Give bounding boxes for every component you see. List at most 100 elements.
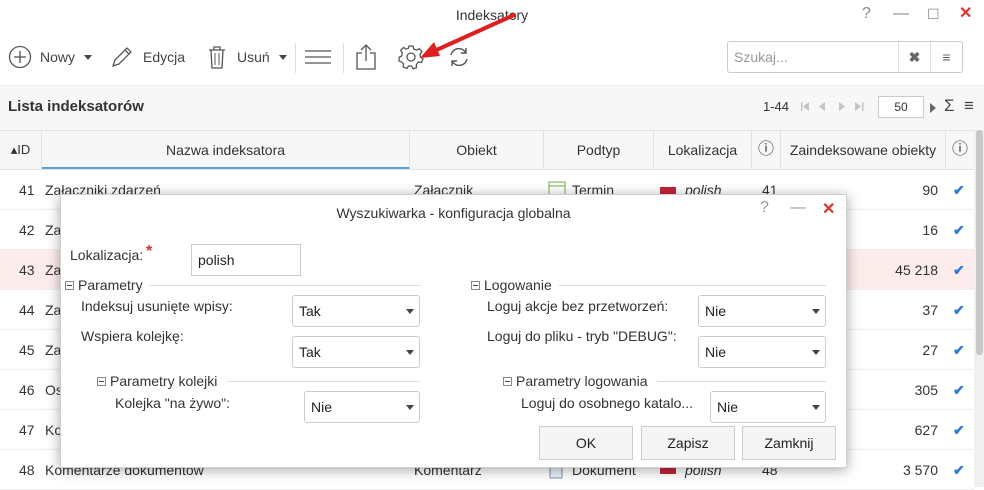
dialog-help-icon[interactable]: ?: [760, 199, 769, 217]
index-deleted-label: Indeksuj usunięte wpisy:: [81, 298, 233, 314]
dialog-minimize-icon[interactable]: —: [790, 199, 806, 217]
log-dir-label: Loguj do osobnego katalo...: [521, 395, 694, 411]
log-dir-select[interactable]: Nie: [710, 391, 826, 423]
row-id: 47: [19, 422, 35, 438]
live-queue-select[interactable]: Nie: [304, 391, 420, 423]
column-header-subtype[interactable]: Podtyp: [544, 131, 654, 169]
row-name: Za: [45, 342, 62, 358]
collapse-icon: [471, 280, 480, 290]
row-id: 43: [19, 262, 35, 278]
group-divider: [227, 381, 420, 382]
search-menu-icon[interactable]: ≡: [930, 42, 962, 72]
toolbar-divider: [295, 43, 296, 73]
log-params-group-header[interactable]: Parametry logowania: [503, 373, 648, 389]
check-icon: ✔: [953, 222, 965, 238]
supports-queue-label: Wspiera kolejkę:: [81, 328, 184, 344]
chevron-down-icon: [812, 350, 820, 355]
log-actions-select[interactable]: Nie: [698, 295, 826, 327]
log-actions-label: Loguj akcje bez przetworzeń:: [487, 298, 669, 314]
row-id: 44: [19, 302, 35, 318]
red-arrow-annotation: [420, 13, 516, 58]
row-id: 41: [19, 182, 35, 198]
check-icon: ✔: [953, 382, 965, 398]
dropdown-arrow-icon: [278, 55, 287, 60]
localization-input[interactable]: polish: [191, 244, 301, 276]
export-button[interactable]: [354, 41, 378, 73]
save-button[interactable]: Zapisz: [641, 426, 735, 460]
params-group-header[interactable]: Parametry: [65, 277, 143, 293]
info-icon[interactable]: ⓘ: [752, 131, 781, 169]
collapse-icon: [503, 376, 512, 386]
log-file-select[interactable]: Nie: [698, 336, 826, 368]
row-id: 48: [19, 462, 35, 478]
queue-params-group-header[interactable]: Parametry kolejki: [97, 373, 217, 389]
group-divider: [559, 285, 826, 286]
columns-menu-button[interactable]: [303, 41, 333, 73]
list-menu-icon[interactable]: ≡: [964, 96, 974, 116]
log-params-group-title: Parametry logowania: [516, 373, 648, 389]
dialog-close-icon[interactable]: ✕: [822, 199, 835, 219]
trash-icon: [209, 46, 225, 69]
row-count: 3 570: [902, 462, 938, 478]
collapse-icon: [65, 280, 74, 290]
log-file-label: Loguj do pliku - tryb "DEBUG":: [487, 328, 677, 344]
ok-button[interactable]: OK: [539, 426, 633, 460]
params-group-title: Parametry: [78, 277, 143, 293]
global-config-dialog: Wyszukiwarka - konfiguracja globalna ? —…: [60, 194, 847, 468]
live-queue-label: Kolejka "na żywo":: [115, 395, 230, 411]
column-header-id[interactable]: ▴ID: [0, 131, 42, 169]
edit-button[interactable]: Edycja: [110, 41, 185, 73]
scrollbar[interactable]: [974, 130, 984, 487]
row-count: 37: [922, 302, 938, 318]
clear-search-icon[interactable]: ✖: [898, 42, 930, 72]
list-header: Lista indeksatorów 1-44 50 Σ ≡: [0, 86, 984, 130]
close-button[interactable]: Zamknij: [742, 426, 836, 460]
delete-button-label: Usuń: [237, 49, 270, 65]
maximize-icon[interactable]: ☐: [927, 0, 940, 31]
chevron-down-icon: [406, 309, 414, 314]
row-count: 305: [914, 382, 938, 398]
check-icon: ✔: [953, 182, 965, 198]
hamburger-icon: [305, 50, 331, 64]
close-icon[interactable]: ✕: [959, 0, 972, 31]
check-icon: ✔: [953, 342, 965, 358]
minimize-icon[interactable]: —: [893, 0, 909, 31]
dialog-title: Wyszukiwarka - konfiguracja globalna: [336, 205, 571, 221]
page-size-input[interactable]: 50: [878, 96, 924, 118]
help-icon[interactable]: ?: [862, 0, 871, 31]
pager-nav: [801, 102, 864, 111]
pencil-icon: [111, 47, 132, 68]
delete-button[interactable]: Usuń: [206, 41, 290, 73]
row-name: Za: [45, 302, 62, 318]
column-header-name[interactable]: Nazwa indeksatora: [42, 131, 410, 169]
column-header-localization[interactable]: Lokalizacja: [654, 131, 752, 169]
logging-group-header[interactable]: Logowanie: [471, 277, 552, 293]
sum-icon[interactable]: Σ: [944, 96, 955, 116]
collapse-icon: [97, 376, 106, 386]
search-box: Szukaj... ✖ ≡: [727, 41, 963, 73]
column-header-indexed-count[interactable]: Zaindeksowane obiekty: [781, 131, 946, 169]
chevron-down-icon: [406, 350, 414, 355]
search-input[interactable]: Szukaj...: [734, 42, 788, 72]
log-file-value: Nie: [705, 344, 727, 360]
scrollbar-thumb[interactable]: [976, 130, 983, 355]
row-id: 42: [19, 222, 35, 238]
supports-queue-select[interactable]: Tak: [292, 336, 420, 368]
group-divider: [149, 285, 421, 286]
new-button[interactable]: Nowy: [8, 41, 95, 73]
next-page-icon[interactable]: [928, 102, 938, 114]
row-name: Za: [45, 222, 62, 238]
info-icon[interactable]: ⓘ: [946, 131, 974, 169]
row-id: 45: [19, 342, 35, 358]
check-icon: ✔: [953, 462, 965, 478]
localization-label: Lokalizacja:: [70, 247, 144, 263]
row-count: 16: [922, 222, 938, 238]
page-range: 1-44: [763, 99, 790, 114]
row-count: 27: [922, 342, 938, 358]
chevron-down-icon: [812, 405, 820, 410]
index-deleted-select[interactable]: Tak: [292, 295, 420, 327]
dropdown-arrow-icon: [84, 55, 93, 60]
table-header: ▴ID Nazwa indeksatora Obiekt Podtyp Loka…: [0, 130, 984, 170]
column-header-object[interactable]: Obiekt: [410, 131, 544, 169]
queue-params-group-title: Parametry kolejki: [110, 373, 218, 389]
